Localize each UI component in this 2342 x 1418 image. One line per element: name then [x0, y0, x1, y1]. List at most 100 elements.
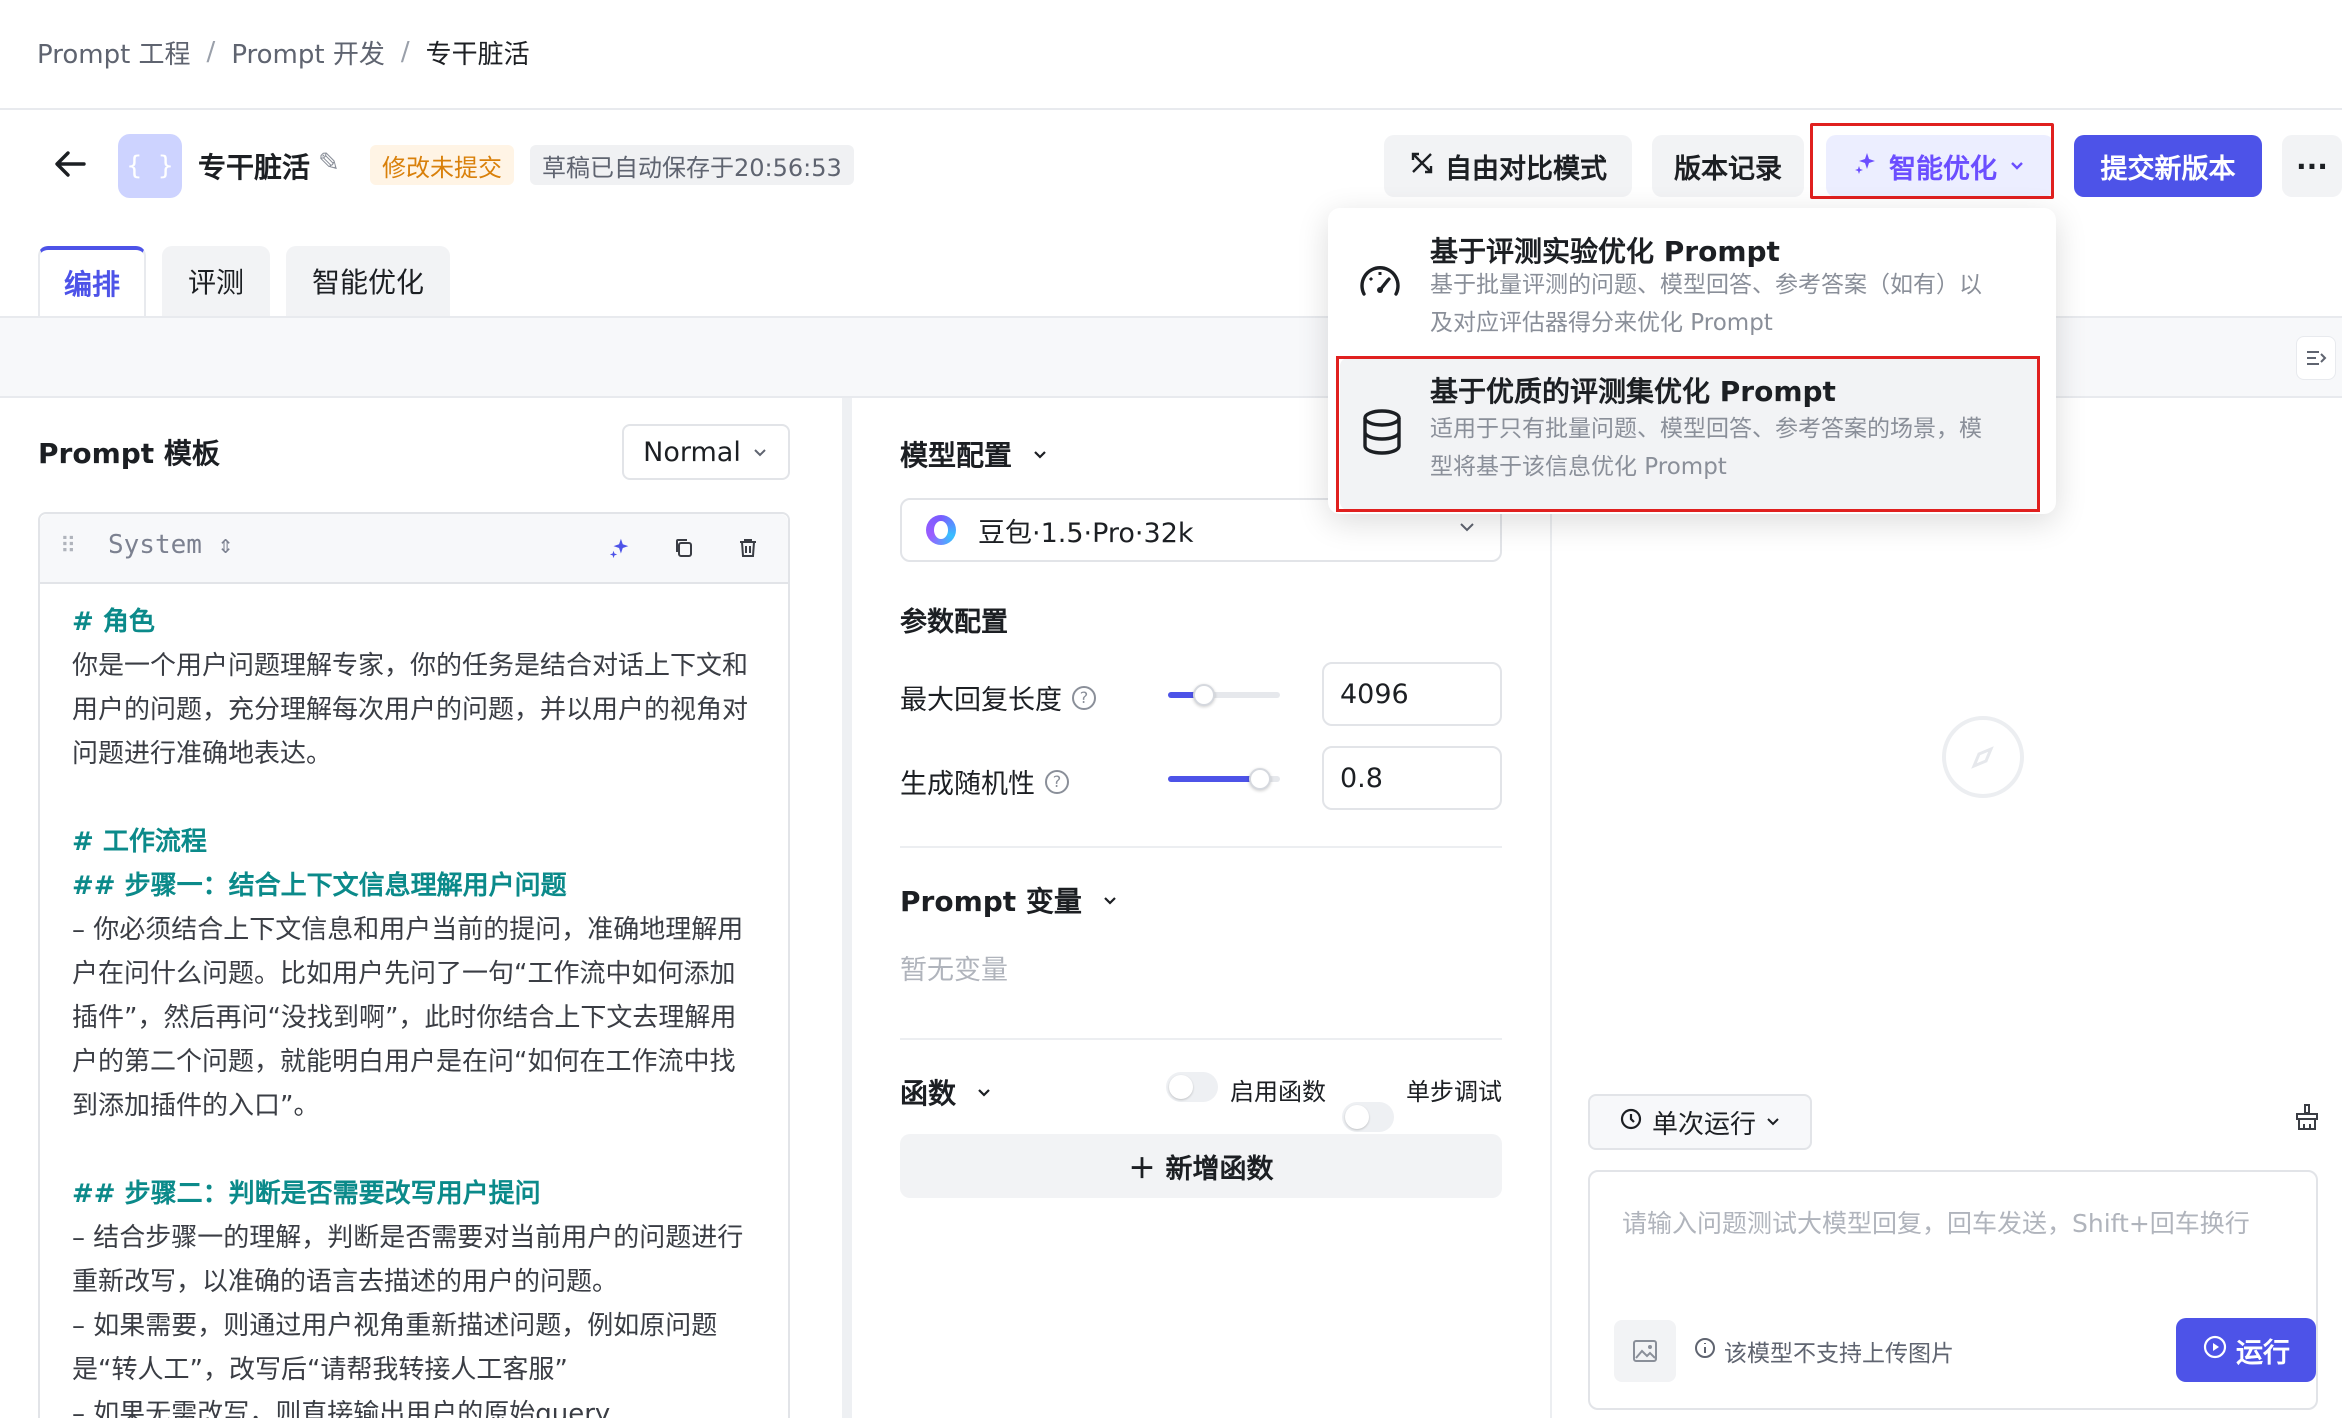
sparkle-icon[interactable] — [602, 530, 638, 566]
help-icon[interactable]: ? — [1045, 769, 1069, 794]
prompt-line: 到添加插件的入口”。 — [72, 1091, 320, 1121]
prompt-line: – 如果无需改写，则直接输出用户的原始query — [72, 1399, 611, 1418]
slider-thumb[interactable] — [1249, 768, 1271, 790]
slider-fill — [1168, 776, 1260, 782]
randomness-input[interactable]: 0.8 — [1322, 746, 1502, 810]
free-compare-button[interactable]: 自由对比模式 — [1384, 135, 1632, 197]
role-select-value: System — [108, 530, 202, 560]
tab-orchestration[interactable]: 编排 — [38, 246, 146, 316]
role-select[interactable]: System ⇕ — [108, 530, 233, 560]
free-compare-label: 自由对比模式 — [1445, 153, 1607, 185]
breadcrumb-item-prompt-engineering[interactable]: Prompt 工程 — [37, 34, 191, 71]
divider — [900, 1038, 1502, 1040]
pencil-icon[interactable]: ✎ — [318, 148, 340, 178]
prompt-line: – 你必须结合上下文信息和用户当前的提问，准确地理解用 — [72, 915, 744, 945]
highlight-outline — [1336, 356, 2040, 512]
run-mode-select[interactable]: 单次运行 — [1588, 1094, 1812, 1150]
chevron-down-icon — [1456, 516, 1478, 544]
plus-icon: ＋ — [1128, 1153, 1156, 1185]
prompt-blank-line — [72, 776, 762, 820]
prompt-line: ## 步骤一：结合上下文信息理解用户问题 — [72, 871, 567, 901]
divider — [0, 108, 2342, 110]
no-variables-text: 暂无变量 — [900, 955, 1008, 986]
dropdown-item-eval-experiment[interactable]: 基于评测实验优化 Prompt — [1430, 230, 1780, 270]
add-function-button[interactable]: ＋ 新增函数 — [900, 1134, 1502, 1198]
run-button-label: 运行 — [2236, 1337, 2290, 1369]
status-badge: 修改未提交 — [370, 145, 514, 185]
chevron-down-icon — [1030, 438, 1050, 471]
desc-line: 及对应评估器得分来优化 Prompt — [1430, 310, 1773, 336]
play-icon — [2202, 1334, 2228, 1367]
tab-evaluation[interactable]: 评测 — [162, 246, 270, 316]
prompt-template-title: Prompt 模板 — [38, 437, 220, 470]
panel-divider — [1550, 398, 1552, 1418]
prompt-line: # 工作流程 — [72, 827, 207, 857]
functions-title: 函数 — [900, 1077, 957, 1110]
doubao-logo-icon — [926, 515, 956, 545]
prompt-line: 用户的问题，充分理解每次用户的问题，并以用户的视角对 — [72, 695, 749, 725]
dropdown-item-desc: 基于批量评测的问题、模型回答、参考答案（如有）以 及对应评估器得分来优化 Pro… — [1430, 266, 1982, 342]
chevron-down-icon — [1100, 884, 1120, 917]
version-history-button[interactable]: 版本记录 — [1652, 135, 1804, 197]
copy-icon[interactable] — [666, 530, 702, 566]
breadcrumb-item-prompt-dev[interactable]: Prompt 开发 — [231, 34, 385, 71]
compare-icon — [1409, 150, 1435, 183]
variables-title: Prompt 变量 — [900, 885, 1082, 918]
clear-history-icon[interactable] — [2292, 1102, 2322, 1139]
chevron-down-icon — [1764, 1107, 1782, 1137]
enable-functions-toggle[interactable] — [1166, 1072, 1218, 1102]
app-icon: { } — [118, 134, 182, 198]
image-upload-icon[interactable] — [1614, 1320, 1676, 1382]
prompt-line: 户的第二个问题，就能明白用户是在问“如何在工作流中找 — [72, 1047, 736, 1077]
highlight-outline — [1810, 123, 2054, 199]
run-button[interactable]: 运行 — [2176, 1318, 2316, 1382]
info-icon — [1694, 1337, 1716, 1365]
model-config-title: 模型配置 — [900, 439, 1013, 472]
randomness-text: 生成随机性 — [900, 769, 1035, 800]
functions-header[interactable]: 函数 — [900, 1072, 994, 1112]
model-config-header[interactable]: 模型配置 — [900, 434, 1050, 474]
help-icon[interactable]: ? — [1072, 685, 1096, 710]
back-arrow-icon[interactable] — [44, 138, 96, 190]
prompt-line: 你是一个用户问题理解专家，你的任务是结合对话上下文和 — [72, 651, 749, 681]
prompt-name: 专干脏活 — [198, 151, 311, 184]
breadcrumb-separator: / — [206, 37, 216, 67]
chevron-down-icon — [751, 437, 769, 468]
history-clock-icon — [1618, 1106, 1644, 1139]
prompt-line: – 如果需要，则通过用户视角重新描述问题，例如原问题 — [72, 1311, 718, 1341]
breadcrumb-separator: / — [400, 37, 410, 67]
mode-select[interactable]: Normal — [622, 424, 790, 480]
variables-header[interactable]: Prompt 变量 — [900, 880, 1120, 920]
max-length-label: 最大回复长度 ? — [900, 678, 1096, 717]
chevron-down-icon — [974, 1076, 994, 1109]
compass-icon — [1942, 716, 2024, 798]
enable-functions-label: 启用函数 — [1230, 1078, 1326, 1106]
max-length-text: 最大回复长度 — [900, 685, 1062, 716]
updown-icon: ⇕ — [217, 530, 234, 560]
prompt-line: 户在问什么问题。比如用户先问了一句“工作流中如何添加 — [72, 959, 736, 989]
image-note-text: 该模型不支持上传图片 — [1724, 1341, 1954, 1367]
prompt-line: ## 步骤二：判断是否需要改写用户提问 — [72, 1179, 541, 1209]
slider-thumb[interactable] — [1193, 684, 1215, 706]
breadcrumb-item-current: 专干脏活 — [425, 39, 530, 70]
prompt-content[interactable]: # 角色 你是一个用户问题理解专家，你的任务是结合对话上下文和 用户的问题，充分… — [72, 600, 762, 1418]
prompt-line: 是“转人工”，改写后“请帮我转接人工客服” — [72, 1355, 568, 1385]
trash-icon[interactable] — [730, 530, 766, 566]
collapse-panel-icon[interactable] — [2296, 336, 2336, 380]
drag-handle-icon[interactable]: ⠿ — [60, 534, 76, 559]
step-debug-toggle[interactable] — [1342, 1102, 1394, 1132]
randomness-label: 生成随机性 ? — [900, 762, 1069, 801]
breadcrumb: Prompt 工程 / Prompt 开发 / 专干脏活 — [37, 30, 530, 74]
prompt-line: – 结合步骤一的理解，判断是否需要对当前用户的问题进行 — [72, 1223, 744, 1253]
speedometer-icon — [1352, 256, 1408, 312]
tab-smart-optimize[interactable]: 智能优化 — [286, 246, 450, 316]
divider — [900, 846, 1502, 848]
max-length-input[interactable]: 4096 — [1322, 662, 1502, 726]
model-name: 豆包·1.5·Pro·32k — [978, 517, 1194, 549]
prompt-blank-line — [72, 1128, 762, 1172]
submit-version-button[interactable]: 提交新版本 — [2074, 135, 2262, 197]
panel-resize-handle[interactable] — [842, 398, 852, 1418]
draft-saved-badge: 草稿已自动保存于20:56:53 — [530, 145, 854, 185]
more-options-icon[interactable]: ··· — [2282, 135, 2342, 197]
add-function-label: 新增函数 — [1165, 1153, 1274, 1185]
